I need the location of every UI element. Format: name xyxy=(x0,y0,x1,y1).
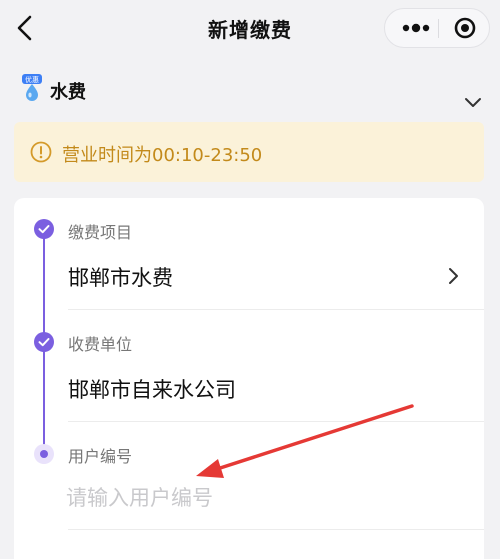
chevron-right-icon[interactable] xyxy=(446,266,460,286)
divider xyxy=(68,421,484,422)
step-done-icon xyxy=(34,332,54,352)
payment-item-value[interactable]: 邯郸市水费 xyxy=(68,262,173,292)
divider xyxy=(68,309,484,310)
more-button[interactable] xyxy=(393,9,439,47)
payment-item-label: 缴费项目 xyxy=(68,223,133,242)
step-current-icon xyxy=(34,444,54,464)
payee-label: 收费单位 xyxy=(68,335,133,354)
notice-text: 营业时间为00:10-23:50 xyxy=(62,145,263,166)
close-mini-program-button[interactable] xyxy=(443,9,487,47)
mini-program-capsule xyxy=(384,8,490,48)
category-selector[interactable]: 优惠 水费 xyxy=(0,56,500,120)
category-label: 水费 xyxy=(50,82,86,103)
discount-badge: 优惠 xyxy=(25,75,39,84)
user-number-input[interactable] xyxy=(66,478,466,518)
step-done-icon xyxy=(34,219,54,239)
chevron-down-icon[interactable] xyxy=(463,96,483,110)
target-close-icon xyxy=(454,17,476,39)
user-number-label: 用户编号 xyxy=(68,447,133,466)
business-hours-notice: 营业时间为00:10-23:50 xyxy=(14,122,484,182)
alert-circle-icon xyxy=(30,141,52,163)
top-nav-bar: 新增缴费 xyxy=(0,0,500,56)
water-drop-icon: 优惠 xyxy=(20,74,44,104)
divider xyxy=(68,529,484,530)
capsule-divider xyxy=(438,19,439,38)
more-dots-icon xyxy=(402,23,430,33)
payee-value: 邯郸市自来水公司 xyxy=(68,378,236,402)
